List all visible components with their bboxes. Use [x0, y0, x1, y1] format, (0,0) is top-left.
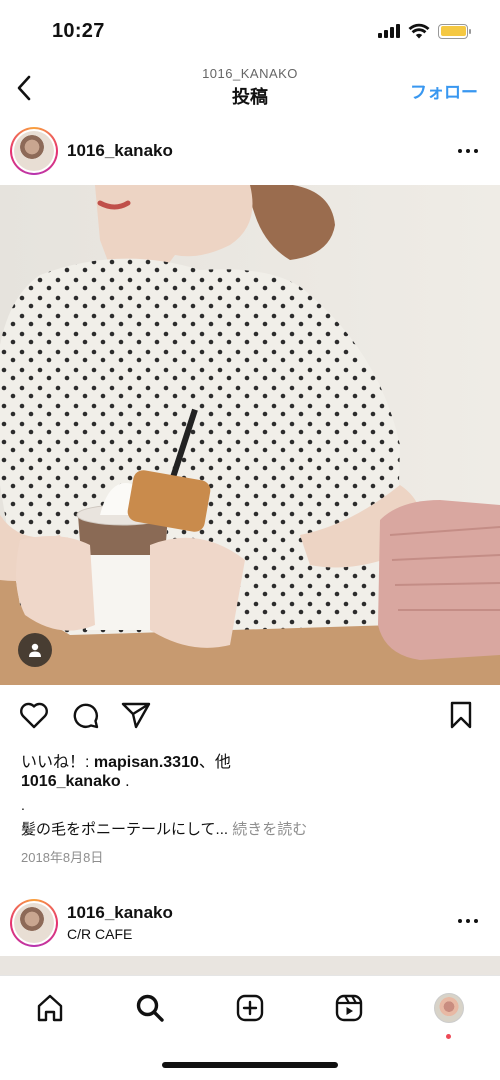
post-image[interactable] — [0, 185, 500, 685]
status-icons — [378, 23, 471, 39]
post-date: 2018年8月8日 — [21, 850, 104, 865]
caption: 1016_kanako . — [21, 773, 130, 791]
nav-bar: 1016_KANAKO 投稿 フォロー — [0, 60, 500, 118]
send-icon — [121, 702, 151, 729]
notification-dot — [446, 1034, 451, 1039]
post-actions — [0, 698, 500, 734]
caption-dot: . — [21, 797, 25, 813]
avatar-image — [14, 903, 54, 943]
likes-suffix: 、他 — [198, 754, 231, 771]
comment-icon — [73, 703, 99, 729]
heart-icon — [20, 702, 48, 729]
avatar-image — [14, 131, 54, 171]
wifi-icon — [408, 23, 430, 39]
caption-text: 髪の毛をポニーテールにして... — [21, 821, 229, 838]
avatar[interactable] — [10, 127, 58, 175]
search-icon — [136, 994, 164, 1022]
more-options-icon[interactable] — [458, 141, 482, 161]
tagged-user-button[interactable] — [18, 633, 52, 667]
username[interactable]: 1016_kanako — [67, 903, 173, 923]
tab-reels[interactable] — [329, 988, 369, 1028]
follow-button[interactable]: フォロー — [410, 78, 478, 103]
caption-username[interactable]: 1016_kanako — [21, 773, 121, 790]
status-time: 10:27 — [52, 20, 105, 42]
location-link[interactable]: C/R CAFE — [67, 926, 132, 942]
reels-icon — [335, 994, 363, 1022]
battery-icon — [438, 23, 471, 39]
home-indicator — [162, 1062, 338, 1068]
likes-user[interactable]: mapisan.3310 — [94, 754, 199, 771]
bookmark-icon — [450, 701, 472, 729]
likes-line[interactable]: いいね！: mapisan.3310、他 — [21, 748, 231, 772]
username[interactable]: 1016_kanako — [67, 141, 173, 161]
comment-button[interactable] — [68, 698, 102, 732]
create-icon — [236, 994, 264, 1022]
person-icon — [29, 643, 41, 657]
save-button[interactable] — [444, 698, 478, 732]
caption-text-line: 髪の毛をポニーテールにして... 続きを読む — [21, 818, 307, 839]
tab-profile[interactable] — [429, 988, 469, 1039]
post-photo — [0, 185, 500, 685]
tab-create[interactable] — [230, 988, 270, 1028]
share-button[interactable] — [119, 698, 153, 732]
avatar[interactable] — [10, 899, 58, 947]
profile-avatar — [434, 993, 464, 1023]
signal-icon — [378, 24, 400, 38]
tab-home[interactable] — [30, 988, 70, 1028]
likes-prefix: いいね！: — [21, 754, 94, 771]
next-post-image[interactable] — [0, 956, 500, 976]
status-bar: 10:27 — [0, 0, 500, 60]
next-post-header: 1016_kanako C/R CAFE — [0, 895, 500, 951]
post-header: 1016_kanako — [0, 123, 500, 181]
home-icon — [37, 994, 63, 1022]
tab-search[interactable] — [130, 988, 170, 1028]
caption-user-suffix: . — [120, 773, 130, 790]
read-more-link[interactable]: 続きを読む — [232, 821, 307, 838]
more-options-icon[interactable] — [458, 911, 482, 931]
like-button[interactable] — [17, 698, 51, 732]
